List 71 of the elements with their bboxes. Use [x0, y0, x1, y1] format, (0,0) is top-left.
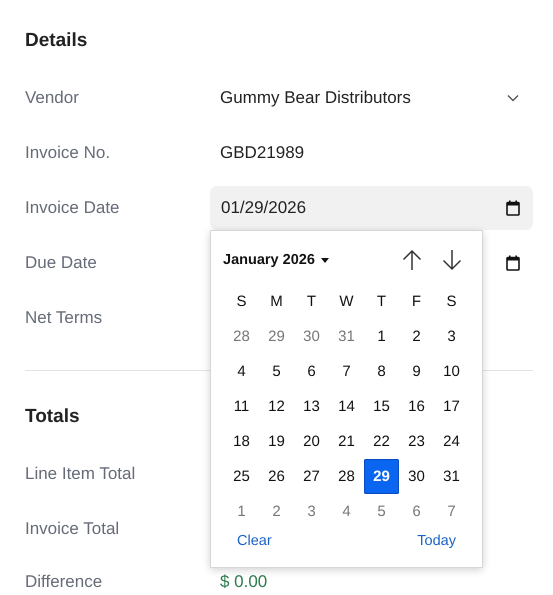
calendar-day[interactable]: 29	[364, 459, 399, 494]
calendar-day[interactable]: 1	[364, 319, 399, 354]
calendar-day[interactable]: 4	[224, 354, 259, 389]
calendar-day[interactable]: 19	[259, 424, 294, 459]
field-label: Vendor	[25, 88, 80, 108]
calendar-day[interactable]: 13	[294, 389, 329, 424]
calendar-day[interactable]: 29	[259, 319, 294, 354]
invoice-number-field[interactable]: GBD21989	[210, 143, 533, 163]
field-label: Invoice No.	[25, 143, 112, 163]
calendar-day[interactable]: 3	[434, 319, 469, 354]
calendar-icon[interactable]	[506, 255, 520, 271]
month-dropdown[interactable]: January 2026	[223, 252, 329, 268]
calendar-day[interactable]: 6	[294, 354, 329, 389]
weekday-label: T	[306, 292, 318, 312]
calendar-day[interactable]: 24	[434, 424, 469, 459]
calendar-day[interactable]: 17	[434, 389, 469, 424]
arrow-down-icon[interactable]	[442, 249, 462, 271]
calendar-day[interactable]: 27	[294, 459, 329, 494]
field-label: Invoice Date	[25, 198, 120, 218]
field-label: Invoice Total	[25, 519, 120, 539]
calendar-day[interactable]: 28	[329, 459, 364, 494]
weekday-label: F	[410, 292, 422, 312]
calendar-day[interactable]: 21	[329, 424, 364, 459]
calendar-day[interactable]: 5	[364, 494, 399, 529]
calendar-day[interactable]: 8	[364, 354, 399, 389]
weekday-label: S	[235, 292, 248, 312]
calendar-day[interactable]: 14	[329, 389, 364, 424]
calendar-day[interactable]: 26	[259, 459, 294, 494]
calendar-icon[interactable]	[506, 200, 520, 216]
calendar-day[interactable]: 7	[329, 354, 364, 389]
calendar-day[interactable]: 22	[364, 424, 399, 459]
calendar-day[interactable]: 18	[224, 424, 259, 459]
today-button[interactable]: Today	[417, 533, 456, 549]
calendar-day[interactable]: 16	[399, 389, 434, 424]
calendar-day[interactable]: 31	[329, 319, 364, 354]
chevron-down-icon	[507, 94, 519, 102]
weekday-label: M	[269, 292, 284, 312]
calendar-day[interactable]: 4	[329, 494, 364, 529]
calendar-day[interactable]: 20	[294, 424, 329, 459]
section-heading: Totals	[25, 405, 80, 429]
calendar-day[interactable]: 6	[399, 494, 434, 529]
field-label: Net Terms	[25, 308, 104, 328]
field-label: Line Item Total	[25, 464, 136, 484]
field-label: Due Date	[25, 253, 98, 273]
section-heading: Details	[25, 29, 88, 53]
weekday-label: S	[445, 292, 458, 312]
vendor-select[interactable]: Gummy Bear Distributors	[210, 76, 533, 120]
calendar-day[interactable]: 23	[399, 424, 434, 459]
clear-button[interactable]: Clear	[237, 533, 272, 549]
calendar-day[interactable]: 25	[224, 459, 259, 494]
field-label: Difference	[25, 572, 104, 592]
calendar-day[interactable]: 5	[259, 354, 294, 389]
difference-value: $ 0.00	[219, 572, 268, 592]
calendar-day[interactable]: 1	[224, 494, 259, 529]
weekday-label: W	[338, 292, 355, 312]
calendar-day[interactable]: 12	[259, 389, 294, 424]
calendar-day[interactable]: 30	[399, 459, 434, 494]
arrow-up-icon[interactable]	[402, 249, 422, 271]
weekday-label: T	[376, 292, 388, 312]
calendar-day[interactable]: 10	[434, 354, 469, 389]
calendar-day[interactable]: 2	[259, 494, 294, 529]
calendar-day[interactable]: 2	[399, 319, 434, 354]
calendar-day[interactable]: 28	[224, 319, 259, 354]
calendar-day[interactable]: 3	[294, 494, 329, 529]
calendar-day[interactable]: 9	[399, 354, 434, 389]
calendar-day[interactable]: 31	[434, 459, 469, 494]
caret-down-icon	[320, 258, 329, 262]
calendar-day[interactable]: 7	[434, 494, 469, 529]
calendar-day[interactable]: 30	[294, 319, 329, 354]
calendar-day[interactable]: 11	[224, 389, 259, 424]
calendar-day[interactable]: 15	[364, 389, 399, 424]
